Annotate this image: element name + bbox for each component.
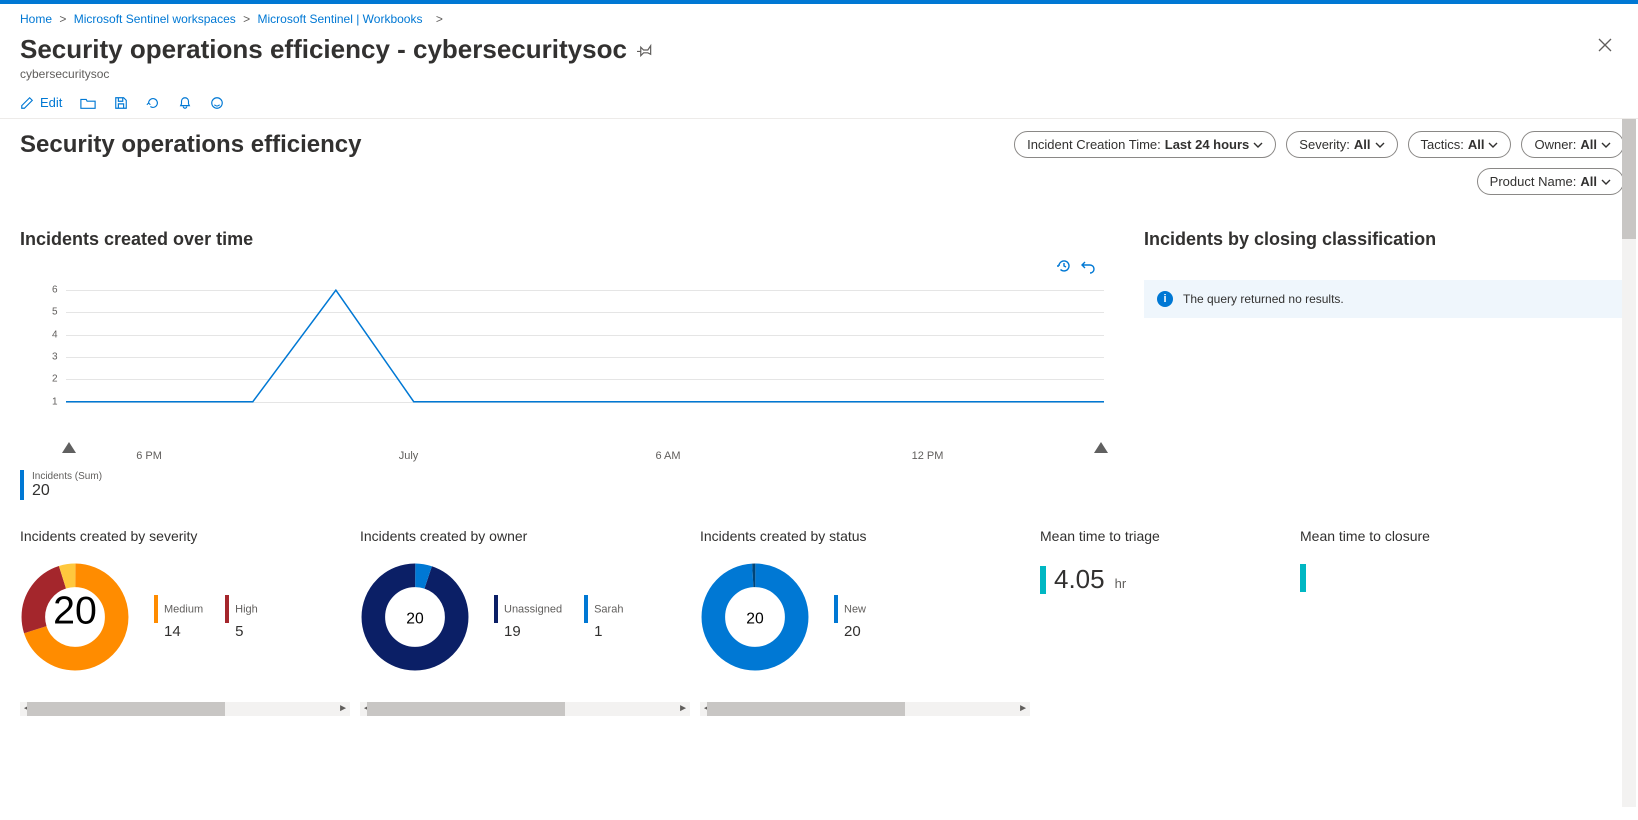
svg-text:20: 20 [746, 611, 764, 628]
metric-value: 4.05 [1054, 564, 1105, 595]
hscroll[interactable]: ◄► [700, 702, 1030, 716]
filter-product-name[interactable]: Product Name: All [1477, 168, 1624, 195]
donut-severity[interactable]: 20 [20, 562, 130, 672]
filter-owner[interactable]: Owner: All [1521, 131, 1624, 158]
card-owner: Incidents created by owner 20 Unassigned… [360, 528, 690, 716]
timeline-legend: Incidents (Sum) 20 [20, 470, 1104, 500]
metric-triage: 4.05 hr [1040, 564, 1290, 595]
page-subtitle: cybersecuritysoc [0, 67, 1638, 89]
workbook-title: Security operations efficiency [20, 131, 361, 159]
info-icon: i [1157, 291, 1173, 307]
no-results-text: The query returned no results. [1183, 292, 1344, 306]
open-icon[interactable] [80, 96, 96, 110]
breadcrumb-link-home[interactable]: Home [20, 12, 52, 26]
hscroll[interactable]: ◄► [360, 702, 690, 716]
card-triage: Mean time to triage 4.05 hr [1040, 528, 1290, 716]
feedback-icon[interactable] [210, 96, 224, 110]
timeline-chart[interactable]: 1234566 PMJuly6 AM12 PM [20, 279, 1104, 444]
card-title: Mean time to closure [1300, 528, 1550, 544]
card-title: Incidents created by owner [360, 528, 690, 544]
metric-bar [1300, 564, 1306, 592]
breadcrumb-link-workbooks[interactable]: Microsoft Sentinel | Workbooks [258, 12, 423, 26]
pin-icon[interactable] [637, 42, 653, 61]
chart-undo-icon[interactable] [1080, 258, 1096, 277]
metric-bar [1040, 566, 1046, 594]
card-status: Incidents created by status 20 New 20 ◄► [700, 528, 1030, 716]
toolbar: Edit [0, 89, 1638, 119]
no-results-banner: i The query returned no results. [1144, 280, 1624, 318]
legend-item-high: High 5 [225, 595, 258, 640]
edit-label: Edit [40, 95, 62, 110]
legend-label: Incidents (Sum) [32, 471, 102, 482]
page-header: Security operations efficiency - cyberse… [0, 30, 1638, 67]
donut-owner[interactable]: 20 [360, 562, 470, 672]
card-title: Incidents created by status [700, 528, 1030, 544]
hscroll[interactable]: ◄► [20, 702, 350, 716]
legend-item-new: New 20 [834, 595, 866, 640]
closing-title: Incidents by closing classification [1144, 229, 1624, 250]
card-title: Mean time to triage [1040, 528, 1290, 544]
donut-status[interactable]: 20 [700, 562, 810, 672]
legend-item-unassigned: Unassigned 19 [494, 595, 562, 640]
vertical-scrollbar[interactable] [1622, 119, 1636, 807]
legend-value: 20 [32, 482, 102, 500]
refresh-icon[interactable] [146, 96, 160, 110]
breadcrumb-sep: > [243, 12, 250, 26]
close-icon[interactable] [1592, 32, 1618, 63]
breadcrumb: Home > Microsoft Sentinel workspaces > M… [0, 4, 1638, 30]
page-title: Security operations efficiency - cyberse… [20, 34, 627, 65]
filter-tactics[interactable]: Tactics: All [1408, 131, 1512, 158]
breadcrumb-link-workspaces[interactable]: Microsoft Sentinel workspaces [74, 12, 236, 26]
svg-text:20: 20 [406, 611, 424, 628]
filter-severity[interactable]: Severity: All [1286, 131, 1397, 158]
metric-closure [1300, 564, 1550, 592]
svg-text:20: 20 [53, 589, 97, 633]
workbook-content: Security operations efficiency Incident … [0, 119, 1638, 807]
timeline-title: Incidents created over time [20, 229, 1104, 250]
card-severity: Incidents created by severity 20 Medium … [20, 528, 350, 716]
legend-item-sarah: Sarah 1 [584, 595, 623, 640]
breadcrumb-sep: > [59, 12, 66, 26]
timeline-panel: Incidents created over time 1234566 PMJu… [20, 229, 1104, 500]
chart-history-icon[interactable] [1056, 258, 1072, 277]
edit-button[interactable]: Edit [20, 95, 62, 110]
filter-pills: Incident Creation Time: Last 24 hours Se… [984, 131, 1624, 195]
metric-unit: hr [1115, 576, 1127, 591]
save-icon[interactable] [114, 96, 128, 110]
filter-incident-time[interactable]: Incident Creation Time: Last 24 hours [1014, 131, 1276, 158]
card-closure: Mean time to closure [1300, 528, 1550, 716]
breadcrumb-more-icon[interactable]: > [436, 12, 443, 26]
closing-panel: Incidents by closing classification i Th… [1144, 229, 1624, 500]
card-title: Incidents created by severity [20, 528, 350, 544]
legend-item-medium: Medium 14 [154, 595, 203, 640]
legend-color-bar [20, 470, 24, 500]
cards-row: Incidents created by severity 20 Medium … [20, 528, 1624, 716]
notify-icon[interactable] [178, 96, 192, 110]
